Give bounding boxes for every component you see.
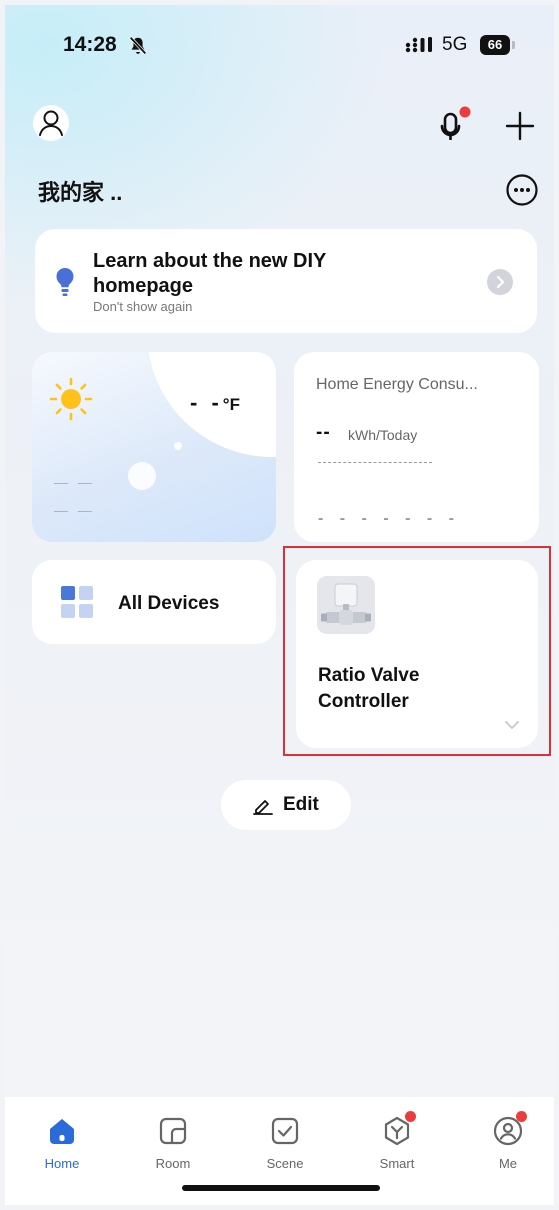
temperature-value: - - bbox=[190, 390, 223, 415]
sun-icon bbox=[49, 377, 93, 421]
energy-unit: kWh/Today bbox=[348, 427, 418, 443]
grid-icon bbox=[61, 586, 93, 618]
weather-card[interactable]: - -°F — — — — bbox=[32, 352, 276, 542]
temperature-unit: °F bbox=[222, 395, 240, 414]
lightbulb-icon bbox=[56, 268, 74, 296]
tab-room[interactable]: Room bbox=[133, 1115, 213, 1171]
weather-decor-bubble bbox=[128, 462, 156, 490]
temperature-readout: - -°F bbox=[190, 390, 240, 416]
tab-home[interactable]: Home bbox=[22, 1115, 102, 1171]
profile-avatar-icon[interactable] bbox=[33, 105, 69, 141]
scene-icon bbox=[269, 1115, 301, 1147]
bell-muted-icon bbox=[129, 36, 147, 55]
tab-smart[interactable]: Smart bbox=[357, 1111, 437, 1171]
tab-room-label: Room bbox=[155, 1156, 191, 1171]
home-energy-card[interactable]: Home Energy Consu... -- kWh/Today - - - … bbox=[294, 352, 539, 542]
add-icon[interactable] bbox=[503, 109, 537, 143]
edit-label: Edit bbox=[283, 794, 319, 815]
status-time: 14:28 bbox=[63, 33, 117, 56]
more-options-icon[interactable] bbox=[505, 173, 539, 207]
home-name[interactable]: 我的家 .. bbox=[38, 175, 122, 207]
battery-tip bbox=[512, 41, 515, 49]
smart-badge bbox=[405, 1111, 416, 1122]
status-bar: 14:28 5G 66 bbox=[5, 33, 554, 63]
tab-me-label: Me bbox=[498, 1156, 518, 1171]
chevron-right-icon bbox=[496, 275, 505, 289]
all-devices-card[interactable]: All Devices bbox=[32, 560, 276, 644]
energy-placeholder: - - - - - - - bbox=[318, 510, 460, 527]
tip-open-button[interactable] bbox=[487, 269, 513, 295]
diy-homepage-tip-card[interactable]: Learn about the new DIY homepage Don't s… bbox=[35, 229, 537, 333]
home-indicator[interactable] bbox=[182, 1185, 380, 1191]
dont-show-again-link[interactable]: Don't show again bbox=[93, 299, 192, 314]
battery-icon: 66 bbox=[480, 35, 516, 55]
pencil-icon bbox=[253, 800, 273, 815]
selection-highlight bbox=[283, 546, 551, 756]
battery-level: 66 bbox=[480, 35, 510, 55]
weather-detail-2: — — bbox=[54, 502, 95, 518]
voice-assistant-icon[interactable] bbox=[435, 105, 475, 145]
energy-divider bbox=[318, 462, 432, 463]
smart-icon bbox=[381, 1111, 416, 1147]
me-badge bbox=[516, 1111, 527, 1122]
tip-title: Learn about the new DIY homepage bbox=[93, 250, 326, 297]
home-icon bbox=[46, 1115, 78, 1147]
energy-value: -- bbox=[316, 422, 331, 443]
network-type: 5G bbox=[442, 34, 468, 55]
tab-scene-label: Scene bbox=[266, 1156, 304, 1171]
tab-smart-label: Smart bbox=[379, 1156, 415, 1171]
energy-title: Home Energy Consu... bbox=[316, 376, 478, 393]
weather-decor-dot bbox=[174, 442, 182, 450]
me-icon bbox=[492, 1111, 527, 1147]
all-devices-label: All Devices bbox=[118, 593, 220, 614]
signal-icon bbox=[405, 37, 432, 53]
weather-detail-1: — — bbox=[54, 474, 95, 490]
tab-scene[interactable]: Scene bbox=[245, 1115, 325, 1171]
tab-home-label: Home bbox=[44, 1156, 80, 1171]
tab-me[interactable]: Me bbox=[468, 1111, 548, 1171]
home-screen: 14:28 5G 66 我的家 .. Learn about the new D… bbox=[5, 5, 554, 1205]
edit-button[interactable]: Edit bbox=[221, 780, 351, 830]
room-icon bbox=[157, 1115, 189, 1147]
